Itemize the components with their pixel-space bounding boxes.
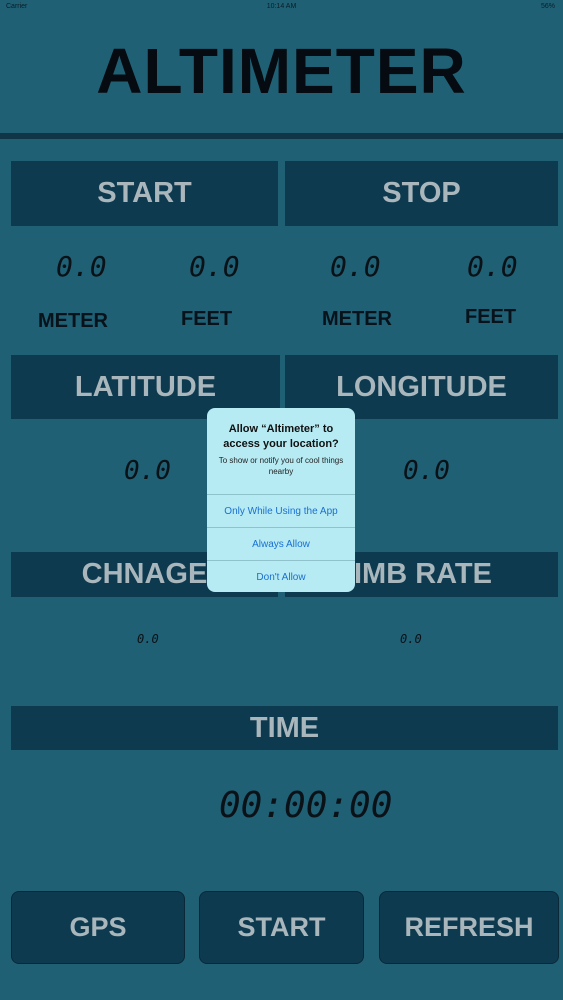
always-allow-button[interactable]: Always Allow	[207, 527, 355, 560]
dialog-title: Allow “Altimeter” to access your locatio…	[223, 423, 339, 450]
start-button[interactable]: START	[199, 891, 364, 964]
start-meter-label: METER	[38, 310, 108, 332]
longitude-value: 0.0	[403, 456, 450, 486]
battery-label: 56%	[540, 3, 555, 10]
start-feet-label: FEET	[181, 308, 233, 330]
gps-button[interactable]: GPS	[11, 891, 185, 964]
stop-meter-value: 0.0	[330, 250, 381, 283]
time-value: 00:00:00	[219, 785, 393, 826]
climb-rate-value: 0.0	[400, 632, 422, 646]
header-divider	[0, 133, 563, 139]
refresh-button[interactable]: REFRESH	[379, 891, 559, 964]
status-time: 10:14 AM	[266, 3, 297, 10]
app-title: ALTIMETER	[96, 35, 467, 107]
dont-allow-button[interactable]: Don't Allow	[207, 560, 355, 592]
stop-panel: STOP	[285, 161, 558, 226]
start-meter-value: 0.0	[56, 250, 107, 283]
change-value: 0.0	[137, 632, 159, 646]
location-permission-dialog: Allow “Altimeter” to access your locatio…	[207, 408, 355, 592]
start-feet-value: 0.0	[189, 250, 240, 283]
stop-feet-value: 0.0	[467, 250, 518, 283]
dialog-message: To show or notify you of cool things nea…	[218, 456, 344, 476]
latitude-value: 0.0	[124, 456, 171, 486]
status-bar: Carrier 10:14 AM 56%	[0, 0, 563, 14]
only-while-using-button[interactable]: Only While Using the App	[207, 494, 355, 527]
start-panel: START	[11, 161, 278, 226]
time-panel: TIME	[11, 706, 558, 750]
stop-meter-label: METER	[322, 308, 392, 330]
stop-feet-label: FEET	[465, 306, 517, 328]
